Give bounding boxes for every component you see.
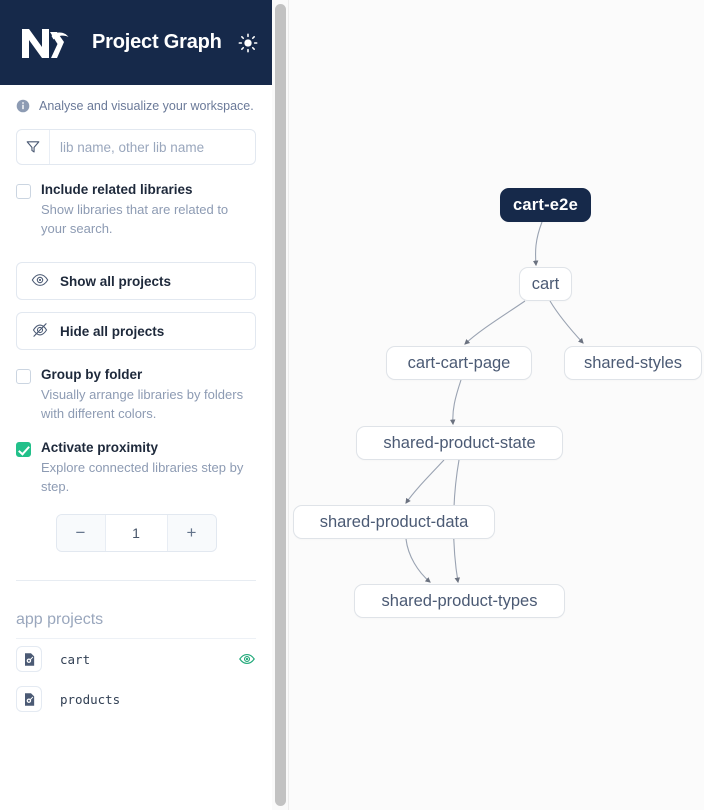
filter-icon — [17, 130, 50, 164]
group-by-folder-option[interactable]: Group by folder Visually arrange librari… — [16, 366, 256, 423]
activate-proximity-texts: Activate proximity Explore connected lib… — [41, 439, 256, 496]
search-row — [16, 129, 256, 165]
proximity-stepper: − 1 + — [55, 514, 217, 552]
include-related-libraries-description: Show libraries that are related to your … — [41, 202, 229, 236]
graph-node-shared-product-state[interactable]: shared-product-state — [356, 426, 563, 460]
activate-proximity-checkbox[interactable] — [16, 442, 31, 457]
group-by-folder-label: Group by folder — [41, 367, 143, 382]
activate-proximity-option[interactable]: Activate proximity Explore connected lib… — [16, 439, 256, 496]
sidebar-scrollbar-thumb[interactable] — [275, 4, 286, 806]
eye-icon — [31, 271, 49, 292]
visibility-button-group: Show all projects Hide all projects — [16, 262, 256, 350]
eye-slash-icon — [31, 321, 49, 342]
sun-icon[interactable] — [238, 32, 258, 54]
search-input[interactable] — [50, 130, 255, 164]
show-all-projects-button[interactable]: Show all projects — [16, 262, 256, 300]
show-all-projects-label: Show all projects — [60, 273, 172, 289]
hide-all-projects-label: Hide all projects — [60, 323, 165, 339]
sidebar-header: Project Graph — [0, 0, 272, 85]
workspace-subtitle-text: Analyse and visualize your workspace. — [39, 99, 254, 113]
app-projects-section: app projects cart products — [0, 581, 272, 719]
nx-logo-icon — [20, 25, 70, 61]
activate-proximity-label: Activate proximity — [41, 440, 159, 455]
project-visibility-placeholder[interactable] — [238, 690, 256, 708]
group-by-folder-checkbox[interactable] — [16, 369, 31, 384]
include-related-libraries-label: Include related libraries — [41, 182, 193, 197]
app-project-icon — [16, 646, 42, 672]
graph-node-cart[interactable]: cart — [519, 267, 572, 301]
graph-edges — [405, 221, 584, 584]
app-projects-heading: app projects — [16, 581, 256, 639]
workspace-subtitle: Analyse and visualize your workspace. — [0, 85, 272, 123]
include-related-libraries-checkbox[interactable] — [16, 184, 31, 199]
project-list-item-products[interactable]: products — [16, 679, 256, 719]
proximity-value[interactable]: 1 — [104, 515, 168, 551]
graph-node-shared-styles[interactable]: shared-styles — [564, 346, 702, 380]
sidebar-controls: Include related libraries Show libraries… — [0, 129, 272, 581]
info-icon — [16, 99, 30, 113]
page-title: Project Graph — [92, 31, 222, 53]
proximity-increment-button[interactable]: + — [167, 515, 216, 551]
include-related-libraries-option[interactable]: Include related libraries Show libraries… — [16, 181, 256, 238]
app-project-icon — [16, 686, 42, 712]
graph-node-shared-product-data[interactable]: shared-product-data — [293, 505, 495, 539]
include-related-libraries-texts: Include related libraries Show libraries… — [41, 181, 256, 238]
graph-canvas[interactable]: implicit implicit cart-e2e cart cart-car… — [288, 0, 704, 810]
graph-node-cart-e2e[interactable]: cart-e2e — [500, 188, 591, 222]
group-by-folder-description: Visually arrange libraries by folders wi… — [41, 387, 244, 421]
sidebar: Project Graph Analyse and visualize your… — [0, 0, 272, 810]
group-by-folder-texts: Group by folder Visually arrange librari… — [41, 366, 256, 423]
graph-node-shared-product-types[interactable]: shared-product-types — [354, 584, 565, 618]
project-graph-app: Project Graph Analyse and visualize your… — [0, 0, 704, 810]
project-list-item-cart[interactable]: cart — [16, 639, 256, 679]
eye-icon[interactable] — [238, 650, 256, 668]
project-name: cart — [60, 651, 91, 667]
sidebar-scrollbar[interactable] — [272, 0, 288, 810]
hide-all-projects-button[interactable]: Hide all projects — [16, 312, 256, 350]
activate-proximity-description: Explore connected libraries step by step… — [41, 460, 244, 494]
proximity-decrement-button[interactable]: − — [56, 515, 105, 551]
graph-node-cart-cart-page[interactable]: cart-cart-page — [386, 346, 532, 380]
project-name: products — [60, 691, 121, 707]
proximity-stepper-wrap: − 1 + — [16, 514, 256, 552]
